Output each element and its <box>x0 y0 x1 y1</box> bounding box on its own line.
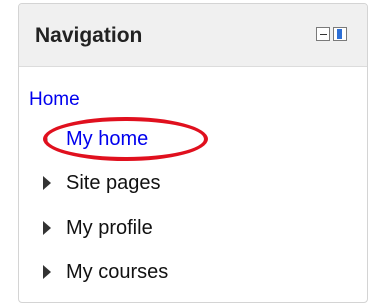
minus-box-icon[interactable] <box>316 27 330 41</box>
nav-item-label: My home <box>66 128 149 150</box>
nav-item-label: My profile <box>66 217 153 239</box>
nav-item-label: My courses <box>66 261 169 283</box>
triangle-right-icon <box>43 176 51 190</box>
bullet-icon <box>43 137 48 142</box>
triangle-right-icon <box>43 265 51 279</box>
block-header: Navigation <box>19 4 367 67</box>
triangle-right-icon <box>43 221 51 235</box>
navigation-block: Navigation Home My home Site pages My pr… <box>18 3 368 303</box>
nav-home-link[interactable]: Home <box>29 89 80 111</box>
nav-item-label: Site pages <box>66 172 161 194</box>
dock-icon[interactable] <box>333 27 347 41</box>
block-controls <box>316 27 350 43</box>
block-title: Navigation <box>35 24 143 47</box>
